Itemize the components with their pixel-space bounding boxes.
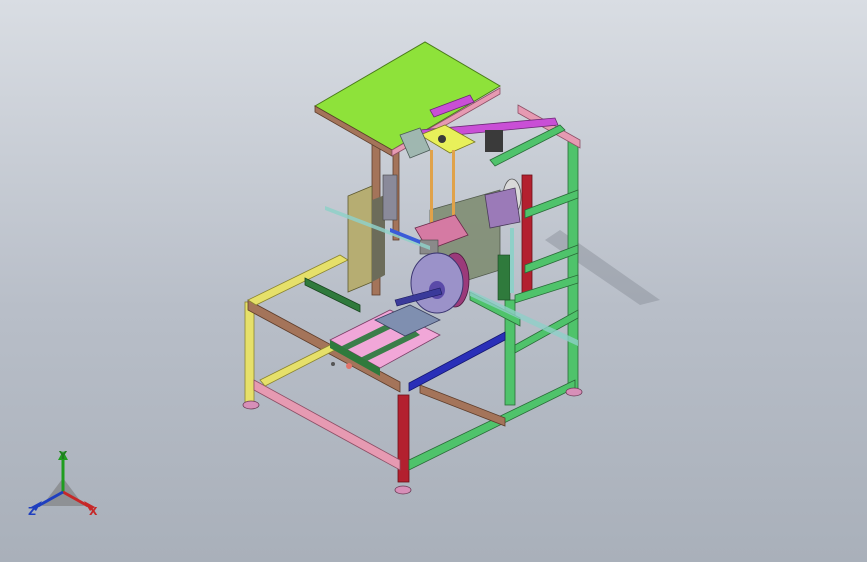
triad-z-label: Z [28,505,36,518]
triad-x-label: X [89,505,98,518]
foot-back-right[interactable] [565,387,583,397]
model-shadow [545,230,660,305]
frame-bottom-rail-left[interactable] [253,379,401,471]
cad-viewport[interactable]: Y X Z [0,0,867,562]
foot-front-corner[interactable] [394,485,412,495]
foot-front-left[interactable] [242,400,260,410]
upper-roller-bracket [484,187,521,229]
lower-slide-knob[interactable] [331,362,335,366]
triad-y-label: Y [59,449,67,462]
right-vertical-guide [497,254,511,301]
right-vertical-guide-2 [510,228,514,293]
top-carriage-hole [438,135,446,143]
frame-post-front-left[interactable] [244,301,255,403]
frame-table-rail-yellow[interactable] [259,344,336,387]
guide-shaft-left[interactable] [430,150,433,230]
lower-slide-handle[interactable] [346,363,352,369]
side-mount-plate[interactable] [347,185,373,293]
frame-bottom-rail-back[interactable] [419,384,506,427]
side-actuator[interactable] [382,174,398,221]
frame-post-back-middle[interactable] [521,174,533,296]
assembly-model[interactable] [0,0,867,562]
top-motor-block[interactable] [485,130,503,152]
frame-post-back-right[interactable] [567,139,579,391]
